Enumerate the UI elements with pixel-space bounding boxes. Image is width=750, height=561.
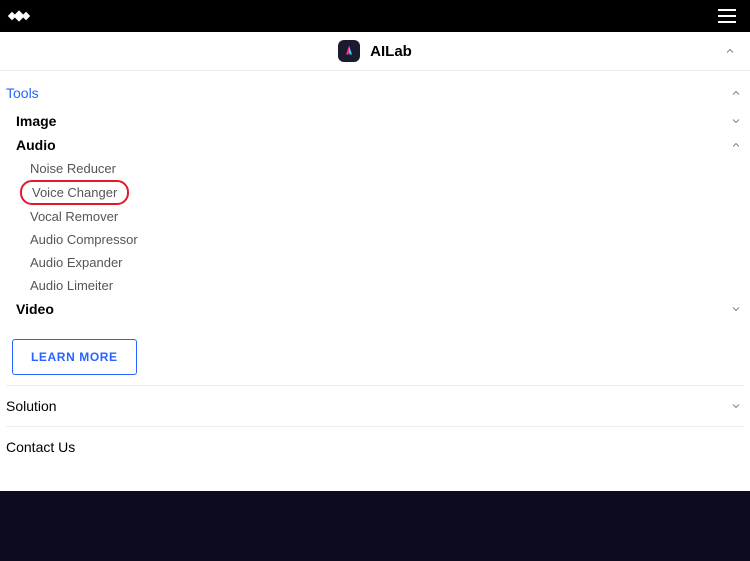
item-noise-reducer[interactable]: Noise Reducer bbox=[30, 157, 116, 180]
audio-items: Noise Reducer Voice Changer Vocal Remove… bbox=[16, 157, 744, 297]
chevron-up-icon bbox=[728, 85, 744, 101]
item-voice-changer[interactable]: Voice Changer bbox=[20, 180, 129, 205]
brand-logo[interactable] bbox=[10, 12, 28, 20]
footer-dark bbox=[0, 491, 750, 561]
item-audio-expander[interactable]: Audio Expander bbox=[30, 251, 123, 274]
tools-subgroups: Image Audio Noise Reducer Voice Changer … bbox=[6, 109, 744, 321]
topbar bbox=[0, 0, 750, 32]
app-title: AILab bbox=[370, 43, 412, 60]
nav-section-contact[interactable]: Contact Us bbox=[6, 426, 744, 467]
item-audio-limiter[interactable]: Audio Limeiter bbox=[30, 274, 113, 297]
chevron-down-icon bbox=[728, 113, 744, 129]
group-image[interactable]: Image bbox=[16, 109, 744, 133]
chevron-up-icon bbox=[728, 137, 744, 153]
nav-section-tools[interactable]: Tools bbox=[6, 77, 744, 109]
tools-label: Tools bbox=[6, 85, 39, 101]
group-video-label: Video bbox=[16, 301, 54, 317]
hamburger-menu-icon[interactable] bbox=[714, 5, 740, 27]
nav-section-solution[interactable]: Solution bbox=[6, 385, 744, 426]
contact-label: Contact Us bbox=[6, 439, 75, 455]
group-audio-label: Audio bbox=[16, 137, 56, 153]
chevron-down-icon bbox=[728, 301, 744, 317]
learn-more-button[interactable]: LEARN MORE bbox=[12, 339, 137, 375]
group-audio[interactable]: Audio bbox=[16, 133, 744, 157]
app-icon bbox=[338, 40, 360, 62]
group-image-label: Image bbox=[16, 113, 56, 129]
chevron-up-icon bbox=[722, 43, 738, 59]
item-vocal-remover[interactable]: Vocal Remover bbox=[30, 205, 118, 228]
item-audio-compressor[interactable]: Audio Compressor bbox=[30, 228, 138, 251]
group-video[interactable]: Video bbox=[16, 297, 744, 321]
solution-label: Solution bbox=[6, 398, 57, 414]
chevron-down-icon bbox=[728, 398, 744, 414]
content: Tools Image Audio Noise Reducer Voice Ch… bbox=[0, 71, 750, 487]
app-title-row[interactable]: AILab bbox=[0, 32, 750, 71]
